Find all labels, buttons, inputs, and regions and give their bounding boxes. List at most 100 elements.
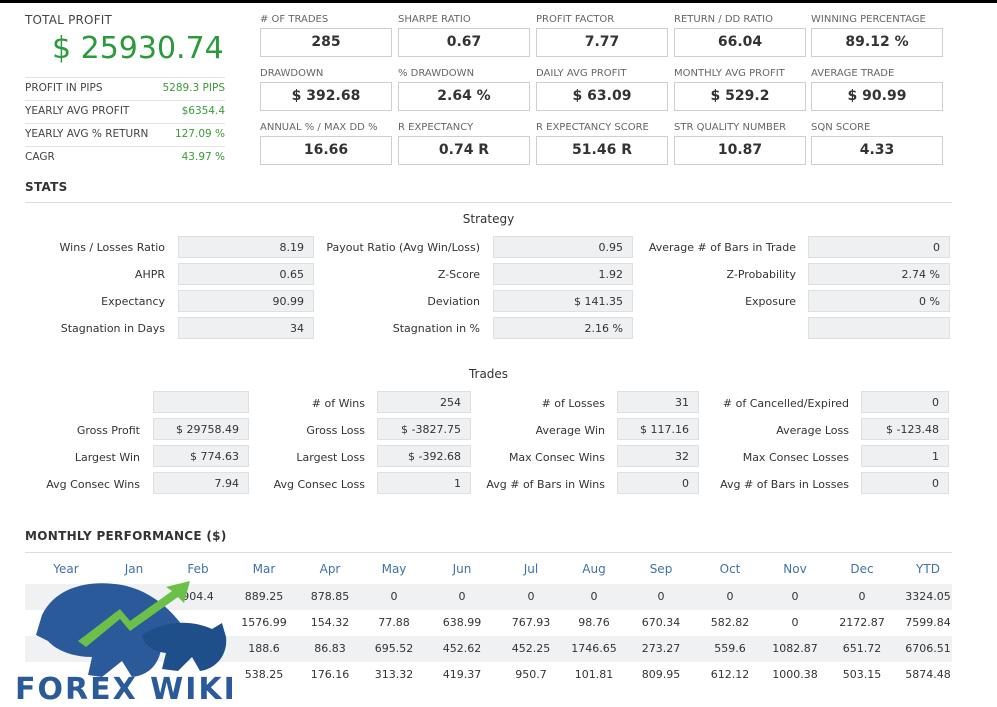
summary-label: CAGR	[25, 151, 55, 163]
stat-key: Deviation	[427, 295, 480, 308]
stat-key: Payout Ratio (Avg Win/Loss)	[326, 241, 480, 254]
trade-key: Gross Loss	[306, 424, 365, 437]
stat-value: 2.74 %	[808, 263, 950, 285]
table-cell: 0	[527, 590, 535, 603]
table-cell: 452.62	[442, 642, 482, 655]
metric-value: $ 63.09	[536, 82, 668, 111]
trade-value: $ -123.48	[861, 418, 949, 440]
table-cell: 670.34	[641, 616, 681, 629]
table-cell: 612.12	[710, 668, 750, 681]
table-cell: 7599.84	[905, 616, 951, 629]
metric-value: 51.46 R	[536, 136, 668, 165]
trade-key: Max Consec Wins	[508, 451, 605, 464]
metric-label: STR QUALITY NUMBER	[674, 122, 787, 133]
table-cell: 98.76	[578, 616, 610, 629]
summary-row-yearly-avg-return: YEARLY AVG % RETURN 127.09 %	[25, 123, 225, 144]
trade-value: $ 117.16	[617, 418, 699, 440]
metric-label: DRAWDOWN	[260, 68, 324, 79]
total-profit-label: TOTAL PROFIT	[25, 13, 113, 27]
table-cell: 419.37	[442, 668, 482, 681]
metric-value: $ 90.99	[811, 82, 943, 111]
table-cell: 273.27	[641, 642, 681, 655]
col-nov: Nov	[783, 562, 807, 576]
table-cell: 0	[657, 590, 665, 603]
trade-key: # of Cancelled/Expired	[722, 397, 849, 410]
top-border	[0, 0, 997, 3]
stats-title: STATS	[25, 180, 68, 194]
summary-row-yearly-avg-profit: YEARLY AVG PROFIT $6354.4	[25, 100, 225, 121]
table-cell: 101.81	[574, 668, 614, 681]
table-cell: 6706.51	[905, 642, 951, 655]
table-cell: 77.88	[378, 616, 410, 629]
stat-key: AHPR	[134, 268, 165, 281]
stat-value: 0.65	[178, 263, 314, 285]
metric-value: 285	[260, 28, 392, 57]
trade-key: Largest Win	[74, 451, 140, 464]
total-profit-value: $ 25930.74	[52, 31, 224, 66]
metric-label: PROFIT FACTOR	[536, 14, 615, 25]
trade-key: Max Consec Losses	[742, 451, 849, 464]
trade-value: 0	[861, 472, 949, 494]
trade-key: Gross Profit	[76, 424, 140, 437]
stat-value: 2.16 %	[493, 317, 633, 339]
col-ytd: YTD	[916, 562, 940, 576]
trade-value: $ 29758.49	[153, 418, 249, 440]
table-cell: 767.93	[511, 616, 551, 629]
stat-key: Wins / Losses Ratio	[59, 241, 165, 254]
table-cell: 176.16	[310, 668, 350, 681]
strategy-caption: Strategy	[462, 212, 515, 226]
monthly-title: MONTHLY PERFORMANCE ($)	[25, 529, 227, 543]
metric-label: # OF TRADES	[260, 14, 329, 25]
summary-value: 5289.3 PIPS	[162, 82, 225, 94]
stat-key: Stagnation in %	[392, 322, 480, 335]
metric-value: 4.33	[811, 136, 943, 165]
stat-value	[808, 317, 950, 339]
stat-value: 8.19	[178, 236, 314, 258]
stat-value: $ 141.35	[493, 290, 633, 312]
table-cell: 1576.99	[241, 616, 287, 629]
stat-key: Z-Probability	[726, 268, 796, 281]
trade-value: $ 774.63	[153, 445, 249, 467]
table-cell: 1082.87	[772, 642, 818, 655]
trade-key: Avg Consec Loss	[273, 478, 365, 491]
table-cell: 559.6	[714, 642, 746, 655]
table-cell: 452.25	[511, 642, 551, 655]
trade-value: $ -3827.75	[377, 418, 471, 440]
trade-key: Average Loss	[776, 424, 849, 437]
metric-label: R EXPECTANCY	[398, 122, 474, 133]
trade-value: 1	[861, 445, 949, 467]
table-cell: 5874.48	[905, 668, 951, 681]
trade-value: 7.94	[153, 472, 249, 494]
logo-text: FOREX WIKI	[15, 672, 237, 707]
stat-value: 1.92	[493, 263, 633, 285]
trade-value: $ -392.68	[377, 445, 471, 467]
summary-row-profit-pips: PROFIT IN PIPS 5289.3 PIPS	[25, 77, 225, 98]
table-cell: 582.82	[710, 616, 750, 629]
col-may: May	[381, 562, 407, 576]
table-cell: 313.32	[374, 668, 414, 681]
metric-value: 0.74 R	[398, 136, 530, 165]
col-oct: Oct	[719, 562, 741, 576]
stat-value: 34	[178, 317, 314, 339]
summary-value: $6354.4	[181, 105, 225, 117]
col-jul: Jul	[523, 562, 539, 576]
metric-label: SQN SCORE	[811, 122, 871, 133]
table-cell: 503.15	[842, 668, 882, 681]
table-cell: 1000.38	[772, 668, 818, 681]
metric-label: R EXPECTANCY SCORE	[536, 122, 649, 133]
stat-value: 90.99	[178, 290, 314, 312]
monthly-divider	[25, 552, 952, 553]
table-cell: 0	[791, 590, 799, 603]
stat-key: Z-Score	[437, 268, 480, 281]
stat-value: 0.95	[493, 236, 633, 258]
table-cell: 188.6	[248, 642, 280, 655]
table-cell: 86.83	[314, 642, 346, 655]
trade-value	[153, 391, 249, 413]
col-aug: Aug	[582, 562, 606, 576]
metric-value: 16.66	[260, 136, 392, 165]
metric-label: AVERAGE TRADE	[811, 68, 895, 79]
metric-label: DAILY AVG PROFIT	[536, 68, 627, 79]
stat-key: Average # of Bars in Trade	[648, 241, 796, 254]
metric-value: $ 392.68	[260, 82, 392, 111]
trade-value: 31	[617, 391, 699, 413]
